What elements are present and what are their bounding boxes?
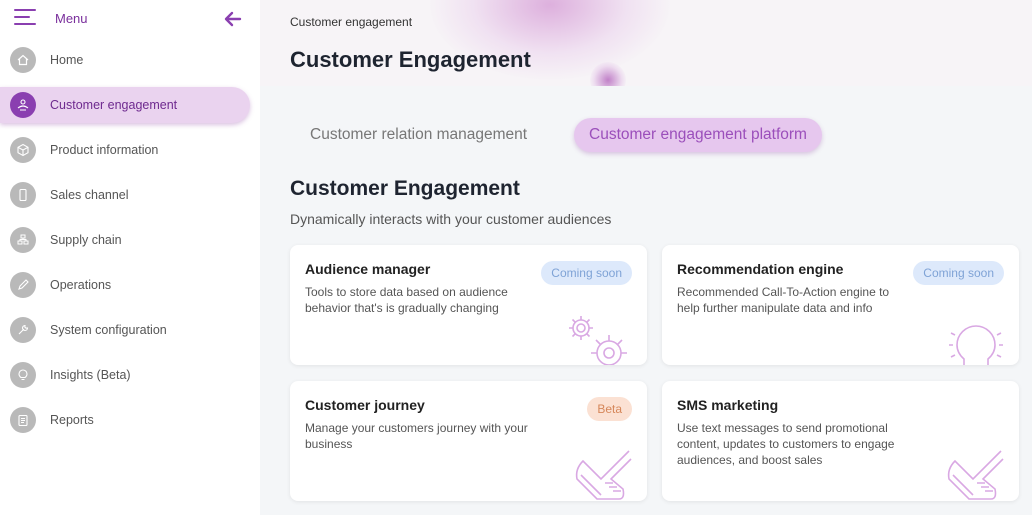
tab-customer-engagement-platform[interactable]: Customer engagement platform (574, 118, 822, 152)
supply-icon (10, 227, 36, 253)
page-title: Customer Engagement (290, 47, 531, 72)
sidebar-item-reports[interactable]: Reports (0, 402, 250, 438)
page-header: Customer engagement Customer Engagement (260, 0, 1032, 86)
card-title: Customer journey (305, 397, 425, 413)
card-customer-journey[interactable]: Customer journey Beta Manage your custom… (290, 381, 647, 501)
card-title: Audience manager (305, 261, 431, 277)
home-icon (10, 47, 36, 73)
shoe-icon (947, 450, 1004, 500)
sidebar-item-home[interactable]: Home (0, 42, 250, 78)
section-subtitle: Dynamically interacts with your customer… (290, 211, 612, 227)
sidebar-item-customer-engagement[interactable]: Customer engagement (0, 87, 250, 123)
sidebar: Menu Home Customer engagement Product in… (0, 0, 260, 515)
tab-customer-relation-management[interactable]: Customer relation management (310, 118, 527, 152)
status-badge: Coming soon (541, 261, 632, 285)
card-sms-marketing[interactable]: SMS marketing Use text messages to send … (662, 381, 1019, 501)
collapse-arrow-icon[interactable] (224, 10, 242, 28)
breadcrumb[interactable]: Customer engagement (290, 15, 412, 29)
section-title: Customer Engagement (290, 177, 520, 200)
gears-icon (569, 316, 627, 365)
sidebar-item-label: System configuration (50, 323, 167, 337)
card-recommendation-engine[interactable]: Recommendation engine Coming soon Recomm… (662, 245, 1019, 365)
sidebar-item-operations[interactable]: Operations (0, 267, 250, 303)
card-description: Recommended Call-To-Action engine to hel… (677, 285, 890, 315)
sidebar-item-label: Supply chain (50, 233, 122, 247)
sidebar-item-product-information[interactable]: Product information (0, 132, 250, 168)
product-icon (10, 137, 36, 163)
sidebar-item-label: Home (50, 53, 84, 67)
shoe-icon (575, 450, 632, 500)
menu-label: Menu (55, 11, 88, 26)
sidebar-item-label: Sales channel (50, 188, 129, 202)
sidebar-item-label: Insights (Beta) (50, 368, 131, 382)
sidebar-item-insights[interactable]: Insights (Beta) (0, 357, 250, 393)
sidebar-item-label: Customer engagement (50, 98, 178, 112)
main-content: Customer engagement Customer Engagement … (260, 0, 1032, 515)
card-audience-manager[interactable]: Audience manager Coming soon Tools to st… (290, 245, 647, 365)
card-description: Use text messages to send promotional co… (677, 421, 895, 467)
sidebar-item-label: Operations (50, 278, 112, 292)
card-title: Recommendation engine (677, 261, 844, 277)
card-description: Manage your customers journey with your … (305, 421, 528, 451)
engagement-icon (10, 92, 36, 118)
bulb-icon (10, 362, 36, 388)
phone-icon (10, 182, 36, 208)
sidebar-item-system-configuration[interactable]: System configuration (0, 312, 250, 348)
sidebar-item-label: Product information (50, 143, 159, 157)
sidebar-item-sales-channel[interactable]: Sales channel (0, 177, 250, 213)
clipboard-icon (10, 407, 36, 433)
status-badge: Beta (587, 397, 632, 421)
wrench-icon (10, 317, 36, 343)
pen-icon (10, 272, 36, 298)
sidebar-item-label: Reports (50, 413, 94, 427)
hamburger-icon[interactable] (14, 9, 36, 27)
lightbulb-icon (949, 325, 1003, 365)
card-title: SMS marketing (677, 397, 779, 413)
sidebar-item-supply-chain[interactable]: Supply chain (0, 222, 250, 258)
menu-header: Menu (0, 0, 260, 36)
status-badge: Coming soon (913, 261, 1004, 285)
card-description: Tools to store data based on audience be… (305, 285, 508, 315)
